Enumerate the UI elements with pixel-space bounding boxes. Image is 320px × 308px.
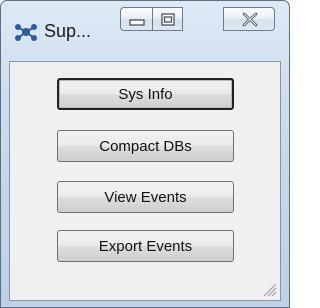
sys-info-button[interactable]: Sys Info bbox=[57, 78, 234, 110]
compact-dbs-button[interactable]: Compact DBs bbox=[57, 130, 234, 162]
close-icon bbox=[242, 12, 258, 27]
window-title: Sup... bbox=[44, 21, 92, 41]
dialog-client-area: Sys Info Compact DBs View Events Export … bbox=[9, 61, 281, 301]
network-icon bbox=[15, 24, 37, 41]
dialog-window: Sup... Sys Info Compact DBs View Events … bbox=[0, 0, 290, 308]
caption-buttons bbox=[120, 7, 275, 31]
minimize-button[interactable] bbox=[120, 7, 153, 31]
view-events-button[interactable]: View Events bbox=[57, 181, 234, 213]
resize-grip-icon[interactable] bbox=[261, 281, 277, 297]
minimize-icon bbox=[129, 19, 145, 26]
maximize-button[interactable] bbox=[153, 7, 183, 31]
maximize-icon bbox=[161, 13, 175, 26]
export-events-button[interactable]: Export Events bbox=[57, 230, 234, 262]
title-bar[interactable]: Sup... bbox=[1, 1, 289, 45]
close-button[interactable] bbox=[223, 7, 275, 31]
